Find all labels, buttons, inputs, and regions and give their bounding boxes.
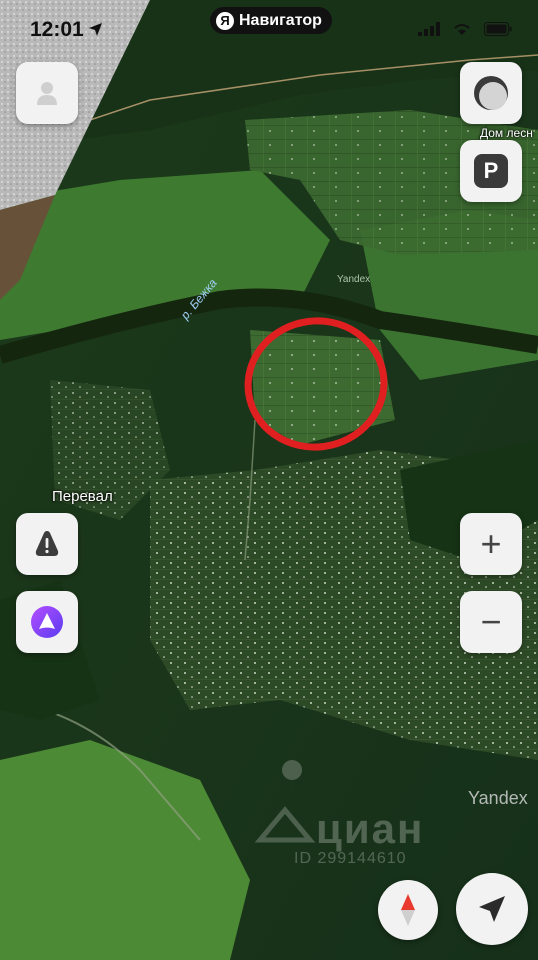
locate-arrow-icon xyxy=(479,896,505,922)
yandex-watermark-large: Yandex xyxy=(468,788,528,808)
location-arrow-icon xyxy=(89,23,102,36)
place-label-pereval: Перевал xyxy=(52,488,113,505)
system-icons xyxy=(418,22,512,36)
parking-button[interactable]: P xyxy=(460,140,522,202)
zoom-in-button[interactable]: + xyxy=(460,513,522,575)
battery-icon xyxy=(484,22,512,36)
cian-watermark-id: ID 299144610 xyxy=(294,850,407,867)
profile-button[interactable] xyxy=(16,62,78,124)
my-location-button[interactable] xyxy=(456,873,528,945)
app-title-pill[interactable]: Я Навигатор xyxy=(210,7,332,34)
wifi-icon xyxy=(454,24,470,35)
app-name: Навигатор xyxy=(239,11,322,29)
cian-watermark: циан xyxy=(316,805,425,852)
warning-triangle-icon xyxy=(35,531,59,556)
status-bar: 12:01 Я Навигатор xyxy=(0,0,538,60)
person-icon xyxy=(37,82,57,105)
road-event-button[interactable] xyxy=(16,513,78,575)
compass-button[interactable] xyxy=(378,880,438,940)
layers-icon xyxy=(474,76,508,110)
signal-icon xyxy=(418,22,440,36)
place-label-dom: Дом лесн xyxy=(480,126,533,140)
parking-icon: P xyxy=(474,154,508,188)
alice-button[interactable] xyxy=(16,591,78,653)
yandex-watermark-small: Yandex xyxy=(337,274,371,285)
plus-icon: + xyxy=(480,523,502,564)
yandex-badge: Я xyxy=(216,11,234,30)
layers-button[interactable] xyxy=(460,62,522,124)
zoom-out-button[interactable]: − xyxy=(460,591,522,653)
alice-icon xyxy=(31,606,63,638)
parking-label: P xyxy=(483,158,499,183)
satellite-map[interactable] xyxy=(0,0,538,960)
compass-icon xyxy=(401,894,415,926)
minus-icon: − xyxy=(480,601,502,642)
clock: 12:01 xyxy=(30,18,84,41)
